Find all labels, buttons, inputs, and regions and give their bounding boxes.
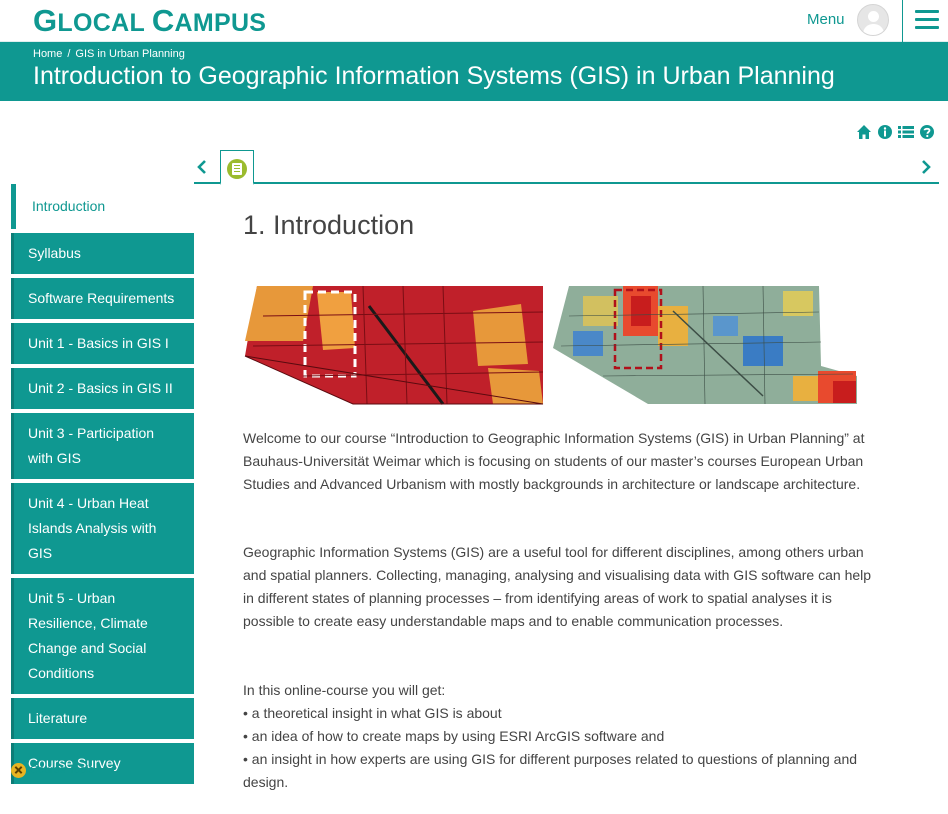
info-icon[interactable] [877, 124, 893, 140]
logo-letter: C [151, 3, 175, 38]
menu-link[interactable]: Menu [807, 11, 845, 28]
hamburger-menu-button[interactable] [902, 0, 948, 42]
tab-page[interactable] [220, 150, 254, 185]
list-intro: In this online-course you will get: [243, 682, 446, 698]
main-content: 1. Introduction Welcome to our course “I… [243, 210, 883, 790]
sidebar-item-unit-4[interactable]: Unit 4 - Urban Heat Islands Analysis wit… [11, 483, 194, 574]
course-sidebar: Introduction Syllabus Software Requireme… [11, 184, 194, 788]
intro-paragraph-1: Welcome to our course “Introduction to G… [243, 430, 865, 492]
chevron-right-icon[interactable] [918, 159, 934, 175]
heat-island-map [553, 286, 857, 405]
sidebar-item-unit-2[interactable]: Unit 2 - Basics in GIS II [11, 368, 194, 409]
site-logo[interactable]: GLOCAL CAMPUS [33, 3, 266, 39]
logo-letter: G [33, 3, 58, 38]
user-avatar[interactable] [857, 4, 889, 36]
hamburger-icon [915, 10, 939, 30]
urban-block-map [244, 286, 544, 405]
sidebar-item-syllabus[interactable]: Syllabus [11, 233, 194, 274]
content-title: 1. Introduction [243, 210, 415, 240]
breadcrumb: Home / GIS in Urban Planning [33, 48, 185, 60]
chevron-left-icon[interactable] [194, 159, 210, 175]
list-icon[interactable] [898, 124, 914, 140]
course-tools-label: Course Tools [30, 764, 94, 776]
gis-maps-image [244, 286, 857, 405]
page-header: Home / GIS in Urban Planning Introduction … [0, 42, 948, 101]
top-bar: GLOCAL CAMPUS Menu [0, 0, 948, 42]
breadcrumb-home[interactable]: Home [33, 48, 62, 60]
breadcrumb-separator: / [67, 48, 71, 60]
page-title: Introduction to Geographic Information S… [33, 62, 835, 90]
sidebar-item-software-requirements[interactable]: Software Requirements [11, 278, 194, 319]
page-icon [227, 159, 247, 179]
content-tab-strip [194, 150, 939, 185]
intro-paragraph-2: Geographic Information Systems (GIS) are… [243, 544, 872, 629]
list-item: • a theoretical insight in what GIS is a… [243, 705, 502, 721]
logo-text: AMPUS [174, 9, 267, 37]
avatar-body [863, 24, 884, 35]
tools-icon [11, 763, 26, 778]
list-item: • an idea of how to create maps by using… [243, 728, 665, 744]
logo-text: LOCAL [57, 9, 152, 37]
list-item: • an insight in how experts are using GI… [243, 751, 858, 790]
breadcrumb-course[interactable]: GIS in Urban Planning [75, 48, 184, 60]
sidebar-item-introduction[interactable]: Introduction [11, 184, 194, 229]
home-icon[interactable] [856, 124, 872, 140]
help-icon[interactable] [919, 124, 935, 140]
avatar-head [868, 11, 879, 22]
sidebar-item-unit-5[interactable]: Unit 5 - Urban Resilience, Climate Chang… [11, 578, 194, 694]
sidebar-item-literature[interactable]: Literature [11, 698, 194, 739]
sidebar-item-unit-1[interactable]: Unit 1 - Basics in GIS I [11, 323, 194, 364]
sidebar-item-unit-3[interactable]: Unit 3 - Participation with GIS [11, 413, 194, 479]
course-benefits-list: In this online-course you will get: • a … [243, 679, 883, 794]
